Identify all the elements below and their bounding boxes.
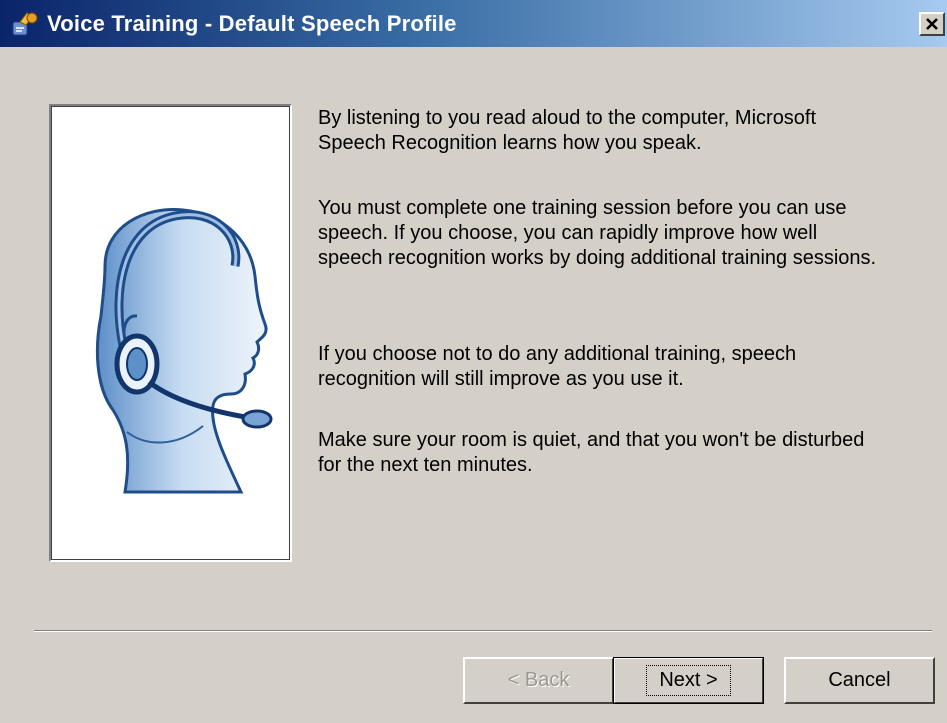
button-separator: [34, 630, 932, 632]
cancel-button[interactable]: Cancel: [784, 657, 935, 704]
optional-training-paragraph: If you choose not to do any additional t…: [318, 343, 797, 390]
title-bar[interactable]: Voice Training - Default Speech Profile: [0, 0, 947, 47]
illustration-panel: [49, 104, 292, 562]
close-button[interactable]: [919, 12, 945, 36]
next-button[interactable]: Next >: [613, 657, 764, 704]
training-session-paragraph: You must complete one training session b…: [318, 197, 877, 269]
voice-training-dialog: Voice Training - Default Speech Profile: [0, 0, 947, 723]
intro-paragraph: By listening to you read aloud to the co…: [318, 107, 817, 154]
close-icon: [926, 18, 938, 30]
headset-head-illustration: [95, 207, 273, 494]
quiet-room-paragraph: Make sure your room is quiet, and that y…: [318, 429, 865, 476]
next-button-label: Next >: [646, 665, 731, 696]
window-title: Voice Training - Default Speech Profile: [47, 11, 457, 36]
back-button-label: < Back: [507, 669, 570, 691]
speech-microphone-icon: [11, 10, 41, 38]
back-button[interactable]: < Back: [463, 657, 614, 704]
cancel-button-label: Cancel: [828, 669, 891, 691]
